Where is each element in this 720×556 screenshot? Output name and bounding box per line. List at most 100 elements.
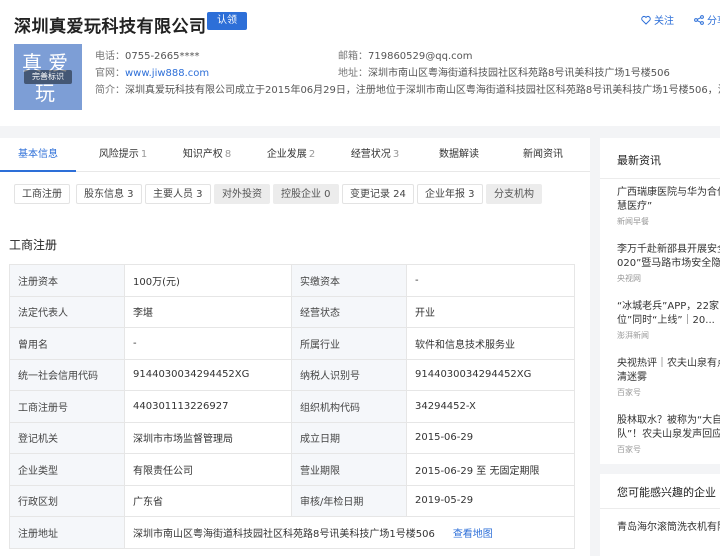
registered-address-cell: 深圳市南山区粤海街道科技园社区科苑路8号讯美科技广场1号楼506 查看地图 [124,516,575,549]
follow-label: 关注 [654,16,674,27]
tab-risk[interactable]: 风险提示 1 [88,138,158,172]
tab-operations[interactable]: 经营状况 3 [340,138,410,172]
table-row: 注册资本 100万(元) 实缴资本 - [9,264,575,297]
tab-news[interactable]: 新闻资讯 [508,138,578,172]
tab-basic-info[interactable]: 基本信息 [0,138,76,172]
news-title: 股林取水？被称为“大自 [617,415,720,426]
field-value: 34294452-X [406,390,575,423]
field-label: 审核/年检日期 [291,484,407,517]
table-row: 行政区划 广东省 审核/年检日期 2019-05-29 [9,484,575,517]
news-sidebar-title: 最新资讯 [617,154,661,167]
divider [600,178,720,179]
field-label: 纳税人识别号 [291,358,407,391]
news-item[interactable]: 股林取水？被称为“大自 队”！农夫山泉发声回应 百家号 [617,414,720,455]
field-value: - [406,264,575,297]
field-label: 企业类型 [9,453,125,486]
field-value[interactable]: 李堪 [124,295,292,328]
field-value: 9144030034294452XG [124,358,292,391]
company-name: 深圳真爱玩科技有限公司 [14,17,207,37]
field-value: - [124,327,292,360]
news-title-line2: 020”暨马路市场安全隐 [617,258,720,269]
website-row: 官网：www.jiw888.com [95,64,209,79]
improve-logo-button[interactable]: 完善标识 [24,70,72,84]
news-title: “冰城老兵”APP，22家 [617,301,719,312]
main-panel: 基本信息 风险提示 1 知识产权 8 企业发展 2 经营状况 3 数据解读 新闻资讯 工… [0,138,590,556]
share-button[interactable]: 分享 [694,12,720,27]
field-label: 行政区划 [9,484,125,517]
logo-text-line2: 玩 [35,81,61,105]
registered-address-value: 深圳市南山区粤海街道科技园社区科苑路8号讯美科技广场1号楼506 [133,528,435,540]
phone-row: 电话：0755-2665**** [95,47,200,62]
related-company-link[interactable]: 青岛海尔滚筒洗衣机有限 [617,518,720,533]
email-value[interactable]: 719860529@qq.com [368,51,473,62]
field-label: 实缴资本 [291,264,407,297]
subtab-investments[interactable]: 对外投资 [214,184,270,204]
news-item[interactable]: 央视热评｜农夫山泉有点 清迷雾 百家号 [617,357,720,398]
field-value: 2019-05-29 [406,484,575,517]
subtab-shareholders[interactable]: 股东信息 3 [76,184,142,204]
table-row: 注册地址 深圳市南山区粤海街道科技园社区科苑路8号讯美科技广场1号楼506 查看地… [9,516,575,549]
phone-label: 电话： [95,51,125,62]
field-label: 成立日期 [291,421,407,454]
tab-bar: 基本信息 风险提示 1 知识产权 8 企业发展 2 经营状况 3 数据解读 新闻资讯 [0,138,590,172]
subtab-registration[interactable]: 工商注册 [14,184,70,204]
share-label: 分享 [707,16,720,27]
view-map-link[interactable]: 查看地图 [453,529,493,540]
divider [600,508,720,509]
field-value: 100万(元) [124,264,292,297]
news-sidebar: 最新资讯 广西瑞康医院与华为合作 慧医疗” 新闻早餐 李万千赴新邵县开展安全 0… [600,138,720,464]
table-row: 统一社会信用代码 9144030034294452XG 纳税人识别号 91440… [9,358,575,391]
tab-ip[interactable]: 知识产权 8 [172,138,242,172]
news-source: 澎湃新闻 [617,331,649,340]
news-title: 李万千赴新邵县开展安全 [617,244,720,255]
registration-table: 注册资本 100万(元) 实缴资本 - 法定代表人 李堪 经营状态 开业 曾用名… [9,264,575,549]
subtab-branches[interactable]: 分支机构 [486,184,542,204]
field-value: 广东省 [124,484,292,517]
field-value: 9144030034294452XG [406,358,575,391]
subtab-key-personnel[interactable]: 主要人员 3 [145,184,211,204]
field-value: 2015-06-29 至 无固定期限 [406,453,575,486]
subtab-change-records[interactable]: 变更记录 24 [342,184,414,204]
table-row: 企业类型 有限责任公司 营业期限 2015-06-29 至 无固定期限 [9,453,575,486]
follow-button[interactable]: 关注 [641,12,674,27]
news-title-line2: 慧医疗” [617,201,653,212]
field-label: 统一社会信用代码 [9,358,125,391]
website-link[interactable]: www.jiw888.com [125,68,209,79]
field-value: 440301113226927 [124,390,292,423]
field-label: 注册地址 [9,516,125,549]
section-title: 工商注册 [9,238,58,252]
news-source: 百家号 [617,445,641,454]
news-source: 百家号 [617,388,641,397]
news-item[interactable]: 广西瑞康医院与华为合作 慧医疗” 新闻早餐 [617,186,720,227]
field-label: 登记机关 [9,421,125,454]
field-value: 2015-06-29 [406,421,575,454]
news-title: 广西瑞康医院与华为合作 [617,187,720,198]
company-logo[interactable]: 真爱 玩 完善标识 [14,44,82,110]
subtab-holdings[interactable]: 控股企业 0 [273,184,339,204]
news-title-line2: 清迷雾 [617,372,647,383]
news-item[interactable]: “冰城老兵”APP，22家 位”同时“上线”｜20... 澎湃新闻 [617,300,720,341]
news-source: 新闻早餐 [617,217,649,226]
field-label: 法定代表人 [9,295,125,328]
subtab-annual-reports[interactable]: 企业年报 3 [417,184,483,204]
address-value: 深圳市南山区粤海街道科技园社区科苑路8号讯美科技广场1号楼506 [368,68,670,79]
table-row: 登记机关 深圳市市场监督管理局 成立日期 2015-06-29 [9,421,575,454]
news-title: 央视热评｜农夫山泉有点 [617,358,720,369]
address-label: 地址： [338,68,368,79]
field-value: 软件和信息技术服务业 [406,327,575,360]
address-row: 地址：深圳市南山区粤海街道科技园社区科苑路8号讯美科技广场1号楼506 [338,64,670,79]
field-value: 开业 [406,295,575,328]
field-label: 营业期限 [291,453,407,486]
tab-data-analysis[interactable]: 数据解读 [424,138,494,172]
table-row: 工商注册号 440301113226927 组织机构代码 34294452-X [9,390,575,423]
news-title-line2: 位”同时“上线”｜20... [617,315,715,326]
field-label: 组织机构代码 [291,390,407,423]
phone-value: 0755-2665**** [125,51,200,62]
intro-row: 简介：深圳真爱玩科技有限公司成立于2015年06月29日，注册地位于深圳市南山区… [95,81,720,96]
news-item[interactable]: 李万千赴新邵县开展安全 020”暨马路市场安全隐 央视网 [617,243,720,284]
table-row: 法定代表人 李堪 经营状态 开业 [9,295,575,328]
claim-button[interactable]: 认领 [207,12,247,30]
tab-development[interactable]: 企业发展 2 [256,138,326,172]
field-label: 曾用名 [9,327,125,360]
intro-value: 深圳真爱玩科技有限公司成立于2015年06月29日，注册地位于深圳市南山区粤海街… [125,85,720,96]
